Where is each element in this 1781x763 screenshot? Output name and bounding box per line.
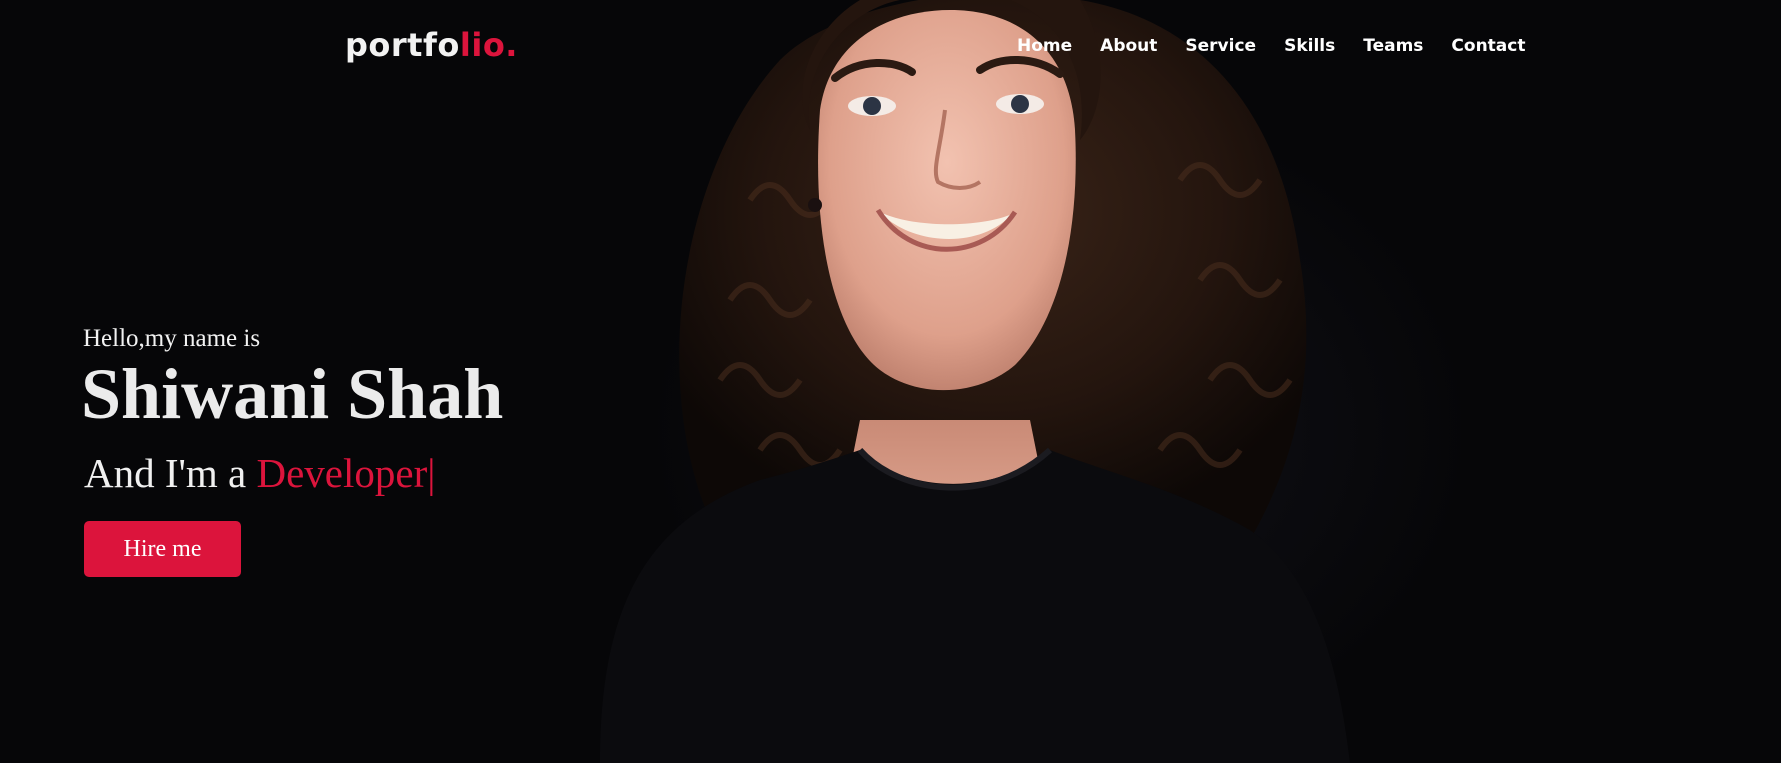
nav-link-home[interactable]: Home (1017, 36, 1072, 56)
typing-cursor: | (427, 450, 436, 496)
logo-main-text: portfo (345, 26, 460, 64)
nav-link-teams[interactable]: Teams (1363, 36, 1423, 56)
hero-role-prefix: And I'm a (84, 450, 257, 496)
logo-accent-text: lio. (459, 26, 518, 64)
hero-greeting: Hello,my name is (83, 325, 261, 352)
hero-name: Shiwani Shah (81, 354, 504, 434)
nav-link-about[interactable]: About (1100, 36, 1157, 56)
nav-link-contact[interactable]: Contact (1451, 36, 1525, 56)
nav-link-skills[interactable]: Skills (1284, 36, 1335, 56)
navbar: portfolio. Home About Service Skills Tea… (0, 0, 1781, 95)
hero-section: portfolio. Home About Service Skills Tea… (0, 0, 1781, 763)
hire-me-button[interactable]: Hire me (84, 521, 241, 577)
nav-menu: Home About Service Skills Teams Contact (1017, 36, 1525, 56)
hero-portrait-image (600, 0, 1350, 763)
hero-role-typed: Developer (256, 450, 428, 496)
brand-logo[interactable]: portfolio. (345, 26, 518, 64)
nav-link-service[interactable]: Service (1185, 36, 1256, 56)
hero-role-line: And I'm a Developer| (84, 449, 435, 497)
